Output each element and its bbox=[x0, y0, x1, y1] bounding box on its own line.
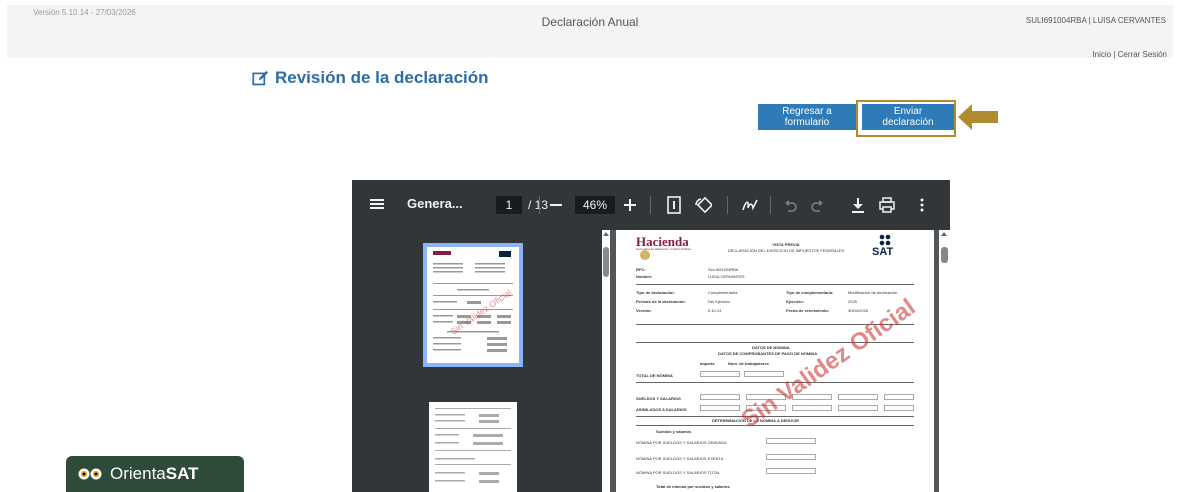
thumbnail-preview bbox=[433, 251, 513, 352]
toolbar-divider bbox=[727, 196, 728, 214]
minus-icon[interactable] bbox=[549, 196, 563, 214]
toolbar-divider bbox=[539, 196, 540, 214]
download-icon[interactable] bbox=[849, 196, 867, 214]
page-title: Revisión de la declaración bbox=[252, 68, 489, 88]
page-title-text: Revisión de la declaración bbox=[275, 68, 489, 87]
more-icon[interactable] bbox=[913, 196, 931, 214]
rotate-icon[interactable] bbox=[694, 196, 712, 214]
due-date-label: Fecha de vencimiento: bbox=[786, 308, 830, 313]
complementary-value: Modificación de declaración bbox=[848, 290, 898, 295]
orienta-label: OrientaSAT bbox=[110, 464, 199, 484]
exempt-label: NÓMINA POR SUELDOS Y SALARIOS EXENTA bbox=[636, 456, 724, 461]
owl-eyes-icon bbox=[78, 468, 102, 480]
document-name: Genera... bbox=[407, 196, 463, 211]
thumbnail-scrollbar[interactable] bbox=[602, 230, 610, 492]
section-payroll-sub: DATOS DE COMPROBANTES DE PAGO DE NÓMINA bbox=[718, 351, 818, 356]
amount-field bbox=[884, 405, 914, 411]
total-payroll-label: TOTAL DE NÓMINA bbox=[636, 373, 673, 378]
amount-field bbox=[700, 405, 740, 411]
complementary-label: Tipo de complementaria: bbox=[786, 290, 834, 295]
amount-field bbox=[766, 438, 816, 444]
total-payroll-field bbox=[700, 371, 740, 377]
salaries-sub: Sueldos y salarios bbox=[656, 429, 692, 434]
due-date-value: 30/04/2026 bbox=[848, 308, 869, 313]
orienta-suffix: SAT bbox=[165, 464, 199, 483]
amount-field bbox=[792, 405, 832, 411]
doc-subheading: DECLARACIÓN DEL EJERCICIO DE IMPUESTOS F… bbox=[727, 248, 845, 253]
toolbar-divider bbox=[770, 196, 771, 214]
period-value: Del Ejercicio bbox=[708, 299, 731, 304]
assimilated-label: ASIMILADOS A SALARIOS bbox=[636, 407, 687, 412]
fit-page-icon[interactable] bbox=[665, 196, 683, 214]
orienta-prefix: Orienta bbox=[110, 464, 166, 483]
name-value: LUISA CERVANTES bbox=[708, 274, 745, 279]
orienta-sat-button[interactable]: OrientaSAT bbox=[66, 456, 244, 492]
version-label: Versión: bbox=[636, 308, 652, 313]
redo-icon[interactable] bbox=[807, 196, 825, 214]
pdf-toolbar: Genera... 1 / 13 46% bbox=[352, 180, 950, 230]
scrollbar-thumb[interactable] bbox=[603, 247, 609, 277]
back-to-form-button[interactable]: Regresar a formulario bbox=[758, 104, 856, 130]
page-thumbnail-2[interactable] bbox=[429, 402, 517, 492]
toolbar-divider bbox=[650, 196, 651, 214]
amount-field bbox=[884, 394, 914, 400]
app-title: Declaración Anual bbox=[541, 15, 639, 29]
sat-logo-icon bbox=[879, 234, 891, 246]
total-pages: / 13 bbox=[528, 198, 549, 212]
undo-icon[interactable] bbox=[783, 196, 801, 214]
edit-icon bbox=[252, 70, 269, 85]
menu-icon[interactable] bbox=[369, 196, 385, 212]
annotate-icon[interactable] bbox=[741, 196, 759, 214]
sat-logo-text: SAT bbox=[872, 246, 894, 258]
amount-field bbox=[838, 394, 878, 400]
total-label: NÓMINA POR SUELDOS Y SALARIOS TOTAL bbox=[636, 470, 721, 475]
user-info: SULI691004RBA | LUISA CERVANTES bbox=[1025, 16, 1166, 25]
thumbnail-preview bbox=[435, 408, 511, 483]
divider bbox=[636, 425, 914, 426]
name-label: Nombre: bbox=[636, 274, 653, 279]
plus-icon[interactable] bbox=[623, 196, 637, 214]
rfc-label: RFC: bbox=[636, 267, 646, 272]
type-value: Complementaria bbox=[708, 290, 738, 295]
year-value: 2025 bbox=[848, 299, 857, 304]
amount-field bbox=[838, 405, 878, 411]
total-sub-label: Total de nómina por sueldos y salarios bbox=[656, 484, 730, 489]
col-workers: Núm. de trabajadores bbox=[728, 361, 769, 366]
amount-field bbox=[766, 454, 816, 460]
doc-heading: VISTA PREVIA bbox=[772, 242, 800, 247]
zoom-input[interactable]: 46% bbox=[575, 196, 615, 214]
period-label: Periodo de la declaración: bbox=[636, 299, 686, 304]
salaries-label: SUELDOS Y SALARIOS bbox=[636, 396, 681, 401]
type-label: Tipo de declaración: bbox=[636, 290, 675, 295]
taxed-label: NÓMINA POR SUELDOS Y SALARIOS GRAVADA bbox=[636, 440, 727, 445]
scroll-up-icon[interactable] bbox=[941, 232, 947, 236]
top-header: Versión 5.10.14 - 27/03/2026 Declaración… bbox=[7, 5, 1173, 59]
page-number-input[interactable]: 1 bbox=[496, 196, 522, 214]
document-scrollbar[interactable] bbox=[939, 230, 950, 492]
divider bbox=[636, 284, 914, 285]
scroll-up-icon[interactable] bbox=[603, 232, 609, 236]
rfc-value: SULI691004RBA bbox=[708, 267, 739, 272]
year-label: Ejercicio: bbox=[786, 299, 805, 304]
scrollbar-thumb[interactable] bbox=[941, 247, 948, 263]
amount-field bbox=[766, 468, 816, 474]
send-declaration-button[interactable]: Enviar declaración bbox=[862, 104, 954, 130]
version-value: 5.10.14 bbox=[708, 308, 722, 313]
page-thumbnail-1[interactable]: Sin Validez Oficial bbox=[423, 243, 523, 367]
pdf-viewer[interactable]: Genera... 1 / 13 46% Sin Validez Oficial… bbox=[352, 180, 950, 492]
print-icon[interactable] bbox=[878, 196, 896, 214]
total-workers-field bbox=[744, 371, 784, 377]
session-links[interactable]: Inicio | Cerrar Sesión bbox=[1092, 50, 1167, 59]
seal-icon bbox=[640, 250, 650, 260]
thumbnail-sidebar: Sin Validez Oficial 1 bbox=[352, 230, 608, 492]
section-payroll: DATOS DE NÓMINA bbox=[752, 345, 790, 350]
amount-field bbox=[700, 394, 740, 400]
col-amount: Importe bbox=[700, 361, 715, 366]
pointer-arrow-icon bbox=[958, 104, 998, 130]
document-page: Hacienda Secretaría de Hacienda y Crédit… bbox=[616, 230, 934, 492]
